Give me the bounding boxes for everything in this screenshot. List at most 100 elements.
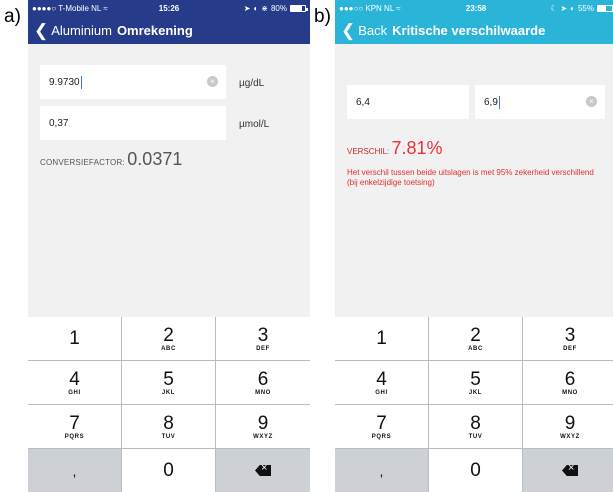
key-letters: TUV xyxy=(161,433,176,440)
backspace-icon xyxy=(562,465,578,476)
key-digit: 3 xyxy=(564,324,576,346)
key-7[interactable]: 7 PQRS xyxy=(28,405,121,448)
key-5[interactable]: 5 JKL xyxy=(122,361,215,404)
key-letters: GHI xyxy=(375,389,388,396)
text-cursor xyxy=(80,75,82,89)
difference-label: VERSCHIL: xyxy=(347,147,390,156)
back-button[interactable]: ❮ Aluminium xyxy=(34,22,112,39)
key-digit: 7 xyxy=(376,412,387,434)
key-6[interactable]: 6 MNO xyxy=(523,361,613,404)
key-letters: ABC xyxy=(161,345,176,352)
key-letters: DEF xyxy=(563,345,577,352)
delete-key[interactable] xyxy=(216,449,310,492)
key-3[interactable]: 3 DEF xyxy=(216,317,310,360)
key-digit: 7 xyxy=(69,412,80,434)
key-letters: PQRS xyxy=(64,433,85,440)
key-digit: 8 xyxy=(470,412,481,434)
key-digit: 6 xyxy=(257,368,269,390)
key-digit: 2 xyxy=(470,324,481,346)
difference-value: 7.81% xyxy=(391,138,443,158)
input-field-second-result[interactable]: 6,9 × xyxy=(475,85,605,119)
key-digit: 4 xyxy=(376,368,387,390)
conversion-form: 9.9730 × µg/dL 0,37 µmol/L CONVERSIEFACT… xyxy=(28,44,310,317)
key-3[interactable]: 3 DEF xyxy=(523,317,613,360)
key-4[interactable]: 4 GHI xyxy=(28,361,121,404)
key-8[interactable]: 8 TUV xyxy=(122,405,215,448)
key-1[interactable]: 1 xyxy=(28,317,121,360)
key-2[interactable]: 2 ABC xyxy=(429,317,522,360)
significance-message: Het verschil tussen beide uitslagen is m… xyxy=(347,168,594,187)
key-letters: JKL xyxy=(161,389,176,396)
phone-screen-conversion: ●●●●○ T-Mobile NL ≈ 15:26 ➤ ◐ ⋇ 80% ❮ Al… xyxy=(28,0,310,492)
input-value: 9.9730 xyxy=(49,76,80,88)
status-time: 23:58 xyxy=(465,3,487,13)
key-comma-label: , xyxy=(379,462,384,479)
input-field-conventional[interactable]: 9.9730 × xyxy=(40,65,226,99)
input-field-first-result[interactable]: 6,4 xyxy=(347,85,469,119)
key-0[interactable]: 0 xyxy=(429,449,522,492)
key-0[interactable]: 0 xyxy=(122,449,215,492)
key-8[interactable]: 8 TUV xyxy=(429,405,522,448)
conversion-factor: CONVERSIEFACTOR: 0.0371 xyxy=(40,149,182,170)
key-letters: JKL xyxy=(468,389,483,396)
panel-label-b: b) xyxy=(314,6,331,27)
key-digit: 9 xyxy=(257,412,269,434)
key-letters: TUV xyxy=(468,433,483,440)
phone-screen-critical-difference: ●●●○○ KPN NL ≈ 23:58 ☾ ➤ ◐ 55% ❮ Back Kr… xyxy=(335,0,613,492)
status-time: 15:26 xyxy=(158,3,180,13)
backspace-icon xyxy=(255,465,271,476)
key-digit: 8 xyxy=(163,412,174,434)
key-letters: WXYZ xyxy=(560,433,580,440)
key-digit: 0 xyxy=(470,460,481,481)
conversion-factor-value: 0.0371 xyxy=(127,149,183,169)
input-field-si[interactable]: 0,37 xyxy=(40,106,226,140)
input-value: 6,4 xyxy=(356,96,370,108)
page-title: Kritische verschilwaarde xyxy=(392,22,546,38)
key-letters: WXYZ xyxy=(253,433,273,440)
unit-label-si: µmol/L xyxy=(239,119,270,130)
key-7[interactable]: 7 PQRS xyxy=(335,405,428,448)
clear-input-icon[interactable]: × xyxy=(207,76,218,87)
key-4[interactable]: 4 GHI xyxy=(335,361,428,404)
chevron-left-icon: ❮ xyxy=(341,20,356,40)
input-value: 6,9 xyxy=(484,96,498,108)
text-cursor xyxy=(498,95,500,109)
navigation-bar: ❮ Back Kritische verschilwaarde xyxy=(335,16,613,44)
key-letters: GHI xyxy=(68,389,81,396)
key-9[interactable]: 9 WXYZ xyxy=(523,405,613,448)
key-comma-label: , xyxy=(72,462,77,479)
key-letters: DEF xyxy=(256,345,270,352)
key-letters: PQRS xyxy=(371,433,392,440)
numeric-keypad: 1 2 ABC 3 DEF 4 GHI 5 JKL 6 MNO 7 PQRS 8 TUV 9 WXYZ, 0 xyxy=(28,317,310,492)
clear-input-icon[interactable]: × xyxy=(586,96,597,107)
difference-result: VERSCHIL: 7.81% xyxy=(347,138,443,159)
key-digit: 4 xyxy=(69,368,80,390)
delete-key[interactable] xyxy=(523,449,613,492)
key-5[interactable]: 5 JKL xyxy=(429,361,522,404)
key-9[interactable]: 9 WXYZ xyxy=(216,405,310,448)
key-2[interactable]: 2 ABC xyxy=(122,317,215,360)
key-digit: 5 xyxy=(470,368,481,390)
unit-label-conventional: µg/dL xyxy=(239,78,265,89)
back-button-label: Back xyxy=(358,22,388,38)
conversion-factor-label: CONVERSIEFACTOR: xyxy=(40,158,125,167)
battery-icon xyxy=(290,4,308,12)
key-digit: 3 xyxy=(257,324,269,346)
key-digit: 0 xyxy=(163,460,174,481)
back-button-label: Aluminium xyxy=(51,22,112,38)
key-1[interactable]: 1 xyxy=(335,317,428,360)
chevron-left-icon: ❮ xyxy=(34,20,49,40)
back-button[interactable]: ❮ Back xyxy=(341,22,387,39)
key-digit: 5 xyxy=(163,368,174,390)
key-letters: ABC xyxy=(468,345,483,352)
page-title: Omrekening xyxy=(116,22,193,38)
battery-icon xyxy=(597,4,613,12)
key-digit: 1 xyxy=(376,327,387,349)
panel-label-a: a) xyxy=(4,6,21,27)
input-value: 0,37 xyxy=(49,117,69,129)
key-comma[interactable]: , xyxy=(28,449,121,492)
numeric-keypad: 1 2 ABC 3 DEF 4 GHI 5 JKL 6 MNO 7 PQRS 8 TUV 9 WXYZ, 0 xyxy=(335,317,613,492)
key-6[interactable]: 6 MNO xyxy=(216,361,310,404)
key-comma[interactable]: , xyxy=(335,449,428,492)
key-letters: MNO xyxy=(562,389,578,396)
